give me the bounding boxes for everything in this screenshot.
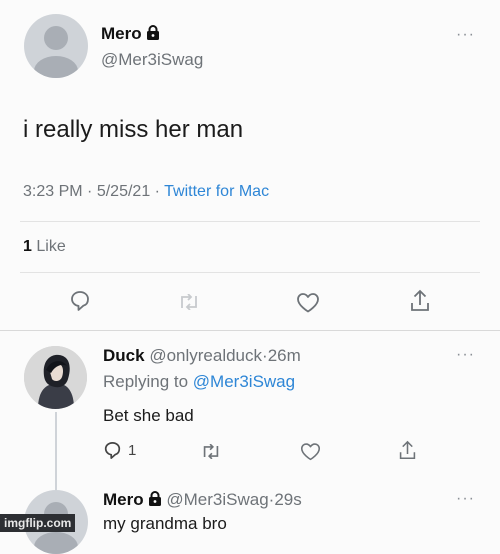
like-count-number: 1 xyxy=(23,238,32,255)
avatar[interactable] xyxy=(24,14,88,78)
tweet-meta: 3:23 PM · 5/25/21 · Twitter for Mac xyxy=(23,183,269,201)
divider xyxy=(20,221,480,222)
likes-count[interactable]: 1 Like xyxy=(23,238,66,256)
share-icon[interactable] xyxy=(409,289,431,313)
reply-age: 26m xyxy=(267,346,301,365)
author-handle[interactable]: @Mer3iSwag xyxy=(101,50,203,70)
like-icon[interactable] xyxy=(296,292,320,313)
author-name[interactable]: Duck xyxy=(103,346,145,365)
divider xyxy=(20,272,480,273)
author-handle[interactable]: @onlyrealduck xyxy=(149,346,262,365)
author-row: Mero xyxy=(101,24,160,45)
reply-icon[interactable] xyxy=(70,290,90,312)
reply-header: Mero @Mer3iSwag·29s xyxy=(103,490,302,511)
more-options-icon[interactable]: ··· xyxy=(456,26,475,44)
author-handle[interactable]: @Mer3iSwag xyxy=(166,490,268,509)
retweet-icon[interactable] xyxy=(177,294,201,310)
replying-to-handle[interactable]: @Mer3iSwag xyxy=(193,372,295,391)
reply-age: 29s xyxy=(274,490,302,509)
tweet-text: i really miss her man xyxy=(23,116,244,143)
avatar-illustration xyxy=(24,346,87,409)
tweet-date: 5/25/21 xyxy=(96,183,151,200)
reply-text: Bet she bad xyxy=(103,406,194,425)
like-icon[interactable] xyxy=(300,442,321,461)
reply-text: my grandma bro xyxy=(103,514,227,533)
author-name[interactable]: Mero xyxy=(101,24,142,43)
tweet-source-link[interactable]: Twitter for Mac xyxy=(164,183,269,200)
replying-to-label: Replying to xyxy=(103,372,189,391)
more-options-icon[interactable]: ··· xyxy=(456,346,475,364)
reply-count: 1 xyxy=(128,442,137,459)
like-count-label: Like xyxy=(36,238,66,255)
meta-separator: · xyxy=(154,183,160,200)
reply-icon[interactable] xyxy=(104,441,121,460)
section-divider xyxy=(0,330,500,331)
lock-icon xyxy=(146,25,160,45)
lock-icon xyxy=(148,491,162,511)
avatar[interactable] xyxy=(24,346,87,409)
more-options-icon[interactable]: ··· xyxy=(456,490,475,508)
tweet-time: 3:23 PM xyxy=(23,183,83,200)
reply-header: Duck @onlyrealduck·26m xyxy=(103,346,301,366)
watermark: imgflip.com xyxy=(0,514,76,532)
meta-separator: · xyxy=(87,183,93,200)
author-name[interactable]: Mero xyxy=(103,490,144,509)
retweet-icon[interactable] xyxy=(200,444,222,459)
share-icon[interactable] xyxy=(398,440,417,461)
replying-to: Replying to @Mer3iSwag xyxy=(103,372,295,392)
